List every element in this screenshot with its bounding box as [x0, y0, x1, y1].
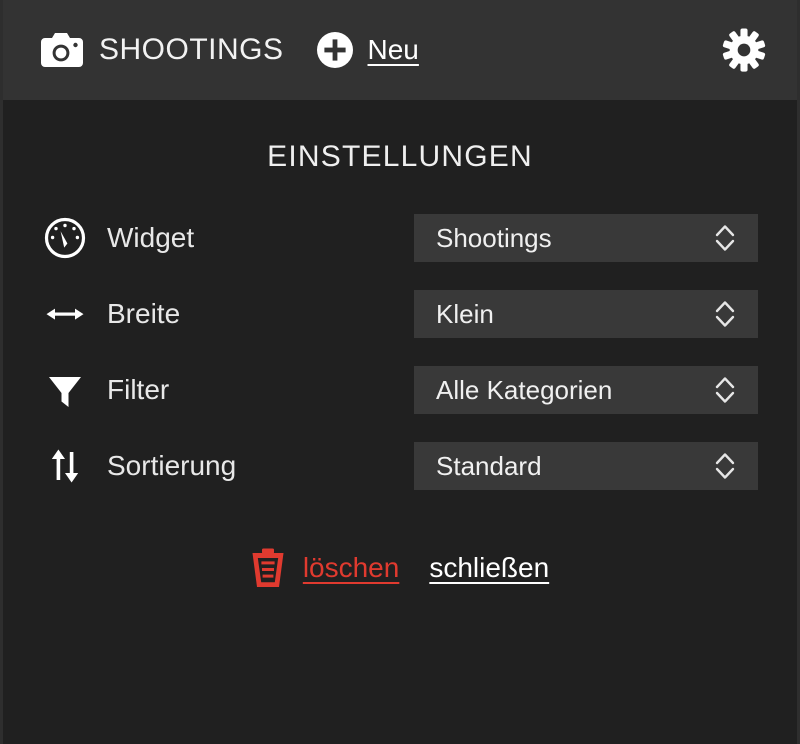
gauge-icon — [41, 214, 89, 262]
breite-select[interactable]: Klein — [414, 290, 758, 338]
settings-row-filter: Filter Alle Kategorien — [3, 352, 797, 428]
settings-row-label: Filter — [107, 374, 170, 405]
chevron-up-down-icon[interactable] — [712, 373, 738, 407]
new-button-label: Neu — [367, 34, 419, 65]
settings-row-widget: Widget Shootings — [3, 200, 797, 276]
sortierung-select-value: Standard — [436, 450, 542, 481]
sort-arrows-icon — [41, 442, 89, 490]
settings-row-breite: Breite Klein — [3, 276, 797, 352]
widget-select-value: Shootings — [436, 222, 552, 253]
delete-button-label: löschen — [302, 552, 400, 583]
chevron-up-down-icon[interactable] — [712, 297, 738, 331]
filter-select[interactable]: Alle Kategorien — [414, 366, 758, 414]
widget-select[interactable]: Shootings — [414, 214, 758, 262]
page-title: SHOOTINGS — [99, 33, 284, 66]
gear-icon[interactable] — [721, 27, 767, 73]
settings-panel: EINSTELLUNGEN Widget Shootings Breite Kl… — [3, 100, 797, 744]
trash-icon — [251, 548, 285, 588]
arrows-horizontal-icon — [41, 290, 89, 338]
chevron-up-down-icon[interactable] — [712, 221, 738, 255]
settings-row-sortierung: Sortierung Standard — [3, 428, 797, 504]
sortierung-select[interactable]: Standard — [414, 442, 758, 490]
header-left-group: SHOOTINGS Neu — [41, 31, 721, 69]
delete-button[interactable]: löschen — [251, 548, 400, 588]
plus-circle-icon — [316, 31, 354, 69]
chevron-up-down-icon[interactable] — [712, 449, 738, 483]
panel-actions: löschen schließen — [3, 548, 797, 588]
close-button[interactable]: schließen — [429, 552, 549, 584]
new-button[interactable]: Neu — [316, 31, 419, 69]
filter-select-value: Alle Kategorien — [436, 374, 613, 405]
widget-settings-window: SHOOTINGS Neu EINSTELLUNGEN Widget Shoot… — [0, 0, 800, 744]
settings-title: EINSTELLUNGEN — [267, 140, 533, 173]
settings-row-label: Breite — [107, 298, 181, 329]
funnel-icon — [41, 366, 89, 414]
app-header: SHOOTINGS Neu — [3, 0, 797, 100]
breite-select-value: Klein — [436, 298, 494, 329]
settings-row-label: Widget — [107, 222, 195, 253]
settings-rows: Widget Shootings Breite Klein Filter All… — [3, 200, 797, 504]
settings-row-label: Sortierung — [107, 450, 237, 481]
camera-icon — [41, 33, 83, 67]
